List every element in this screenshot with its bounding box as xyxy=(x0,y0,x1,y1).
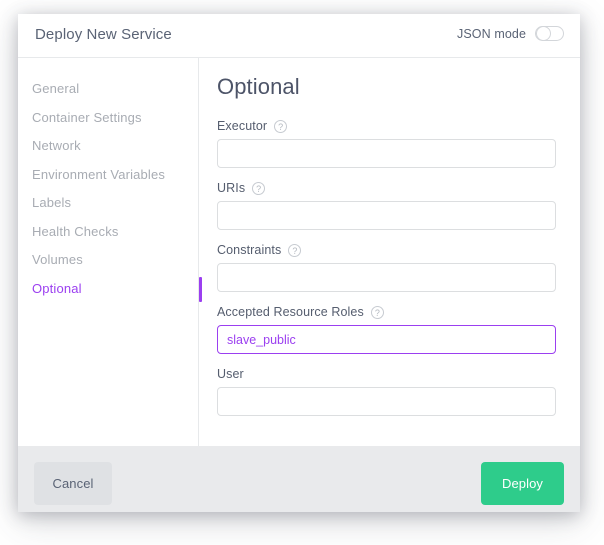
sidebar-item-label: Network xyxy=(32,138,81,153)
field-uris: URIs ? xyxy=(217,181,558,230)
field-label: Accepted Resource Roles xyxy=(217,305,364,319)
dialog-title: Deploy New Service xyxy=(35,26,172,43)
help-circle-icon[interactable]: ? xyxy=(252,181,266,195)
dialog-body: General Container Settings Network Envir… xyxy=(18,58,580,446)
constraints-input[interactable] xyxy=(217,263,556,292)
section-title: Optional xyxy=(217,74,300,99)
field-accepted-resource-roles: Accepted Resource Roles ? xyxy=(217,305,558,354)
sidebar-item-label: Volumes xyxy=(32,252,83,267)
deploy-button[interactable]: Deploy xyxy=(481,462,564,505)
sidebar-item-labels[interactable]: Labels xyxy=(18,189,198,218)
sidebar-item-optional[interactable]: Optional xyxy=(18,275,202,304)
sidebar-item-label: Labels xyxy=(32,195,72,210)
field-label-row: Executor ? xyxy=(217,119,558,133)
help-circle-icon[interactable]: ? xyxy=(288,243,302,257)
deploy-new-service-dialog: Deploy New Service JSON mode General Con… xyxy=(18,14,580,512)
json-mode-control[interactable]: JSON mode xyxy=(457,26,564,41)
user-input[interactable] xyxy=(217,387,556,416)
sidebar-item-label: General xyxy=(32,81,80,96)
screen: Deploy New Service JSON mode General Con… xyxy=(0,0,604,545)
field-label: Constraints xyxy=(217,243,282,257)
sidebar-item-general[interactable]: General xyxy=(18,75,198,104)
dialog-footer: Cancel Deploy xyxy=(18,446,580,512)
dialog-content: Optional Executor ? URIs ? Constraints ?… xyxy=(199,58,580,446)
active-indicator-bar xyxy=(199,276,202,302)
cancel-button[interactable]: Cancel xyxy=(34,462,112,505)
sidebar-item-volumes[interactable]: Volumes xyxy=(18,246,198,275)
uris-input[interactable] xyxy=(217,201,556,230)
field-label: URIs xyxy=(217,181,246,195)
json-mode-toggle[interactable] xyxy=(535,26,564,41)
sidebar-item-label: Container Settings xyxy=(32,109,142,125)
field-label-row: URIs ? xyxy=(217,181,558,195)
executor-input[interactable] xyxy=(217,139,556,168)
help-circle-icon[interactable]: ? xyxy=(370,305,384,319)
field-user: User xyxy=(217,367,558,416)
sidebar-item-network[interactable]: Network xyxy=(18,132,198,161)
field-executor: Executor ? xyxy=(217,119,558,168)
json-mode-label: JSON mode xyxy=(457,26,526,41)
field-constraints: Constraints ? xyxy=(217,243,558,292)
field-label-row: User xyxy=(217,367,558,381)
field-label-row: Constraints ? xyxy=(217,243,558,257)
sidebar-item-label: Optional xyxy=(32,280,82,296)
dialog-sidebar: General Container Settings Network Envir… xyxy=(18,58,202,446)
sidebar-item-container-settings[interactable]: Container Settings xyxy=(18,104,198,133)
field-label: Executor xyxy=(217,119,268,133)
field-label-row: Accepted Resource Roles ? xyxy=(217,305,558,319)
sidebar-item-health-checks[interactable]: Health Checks xyxy=(18,218,198,247)
field-label: User xyxy=(217,367,244,381)
toggle-knob-icon xyxy=(536,26,551,41)
sidebar-item-label: Health Checks xyxy=(32,223,119,239)
accepted-resource-roles-input[interactable] xyxy=(217,325,556,354)
help-circle-icon[interactable]: ? xyxy=(274,119,288,133)
sidebar-item-label: Environment Variables xyxy=(32,166,165,182)
sidebar-item-environment-variables[interactable]: Environment Variables xyxy=(18,161,198,190)
dialog-header: Deploy New Service JSON mode xyxy=(18,14,580,58)
